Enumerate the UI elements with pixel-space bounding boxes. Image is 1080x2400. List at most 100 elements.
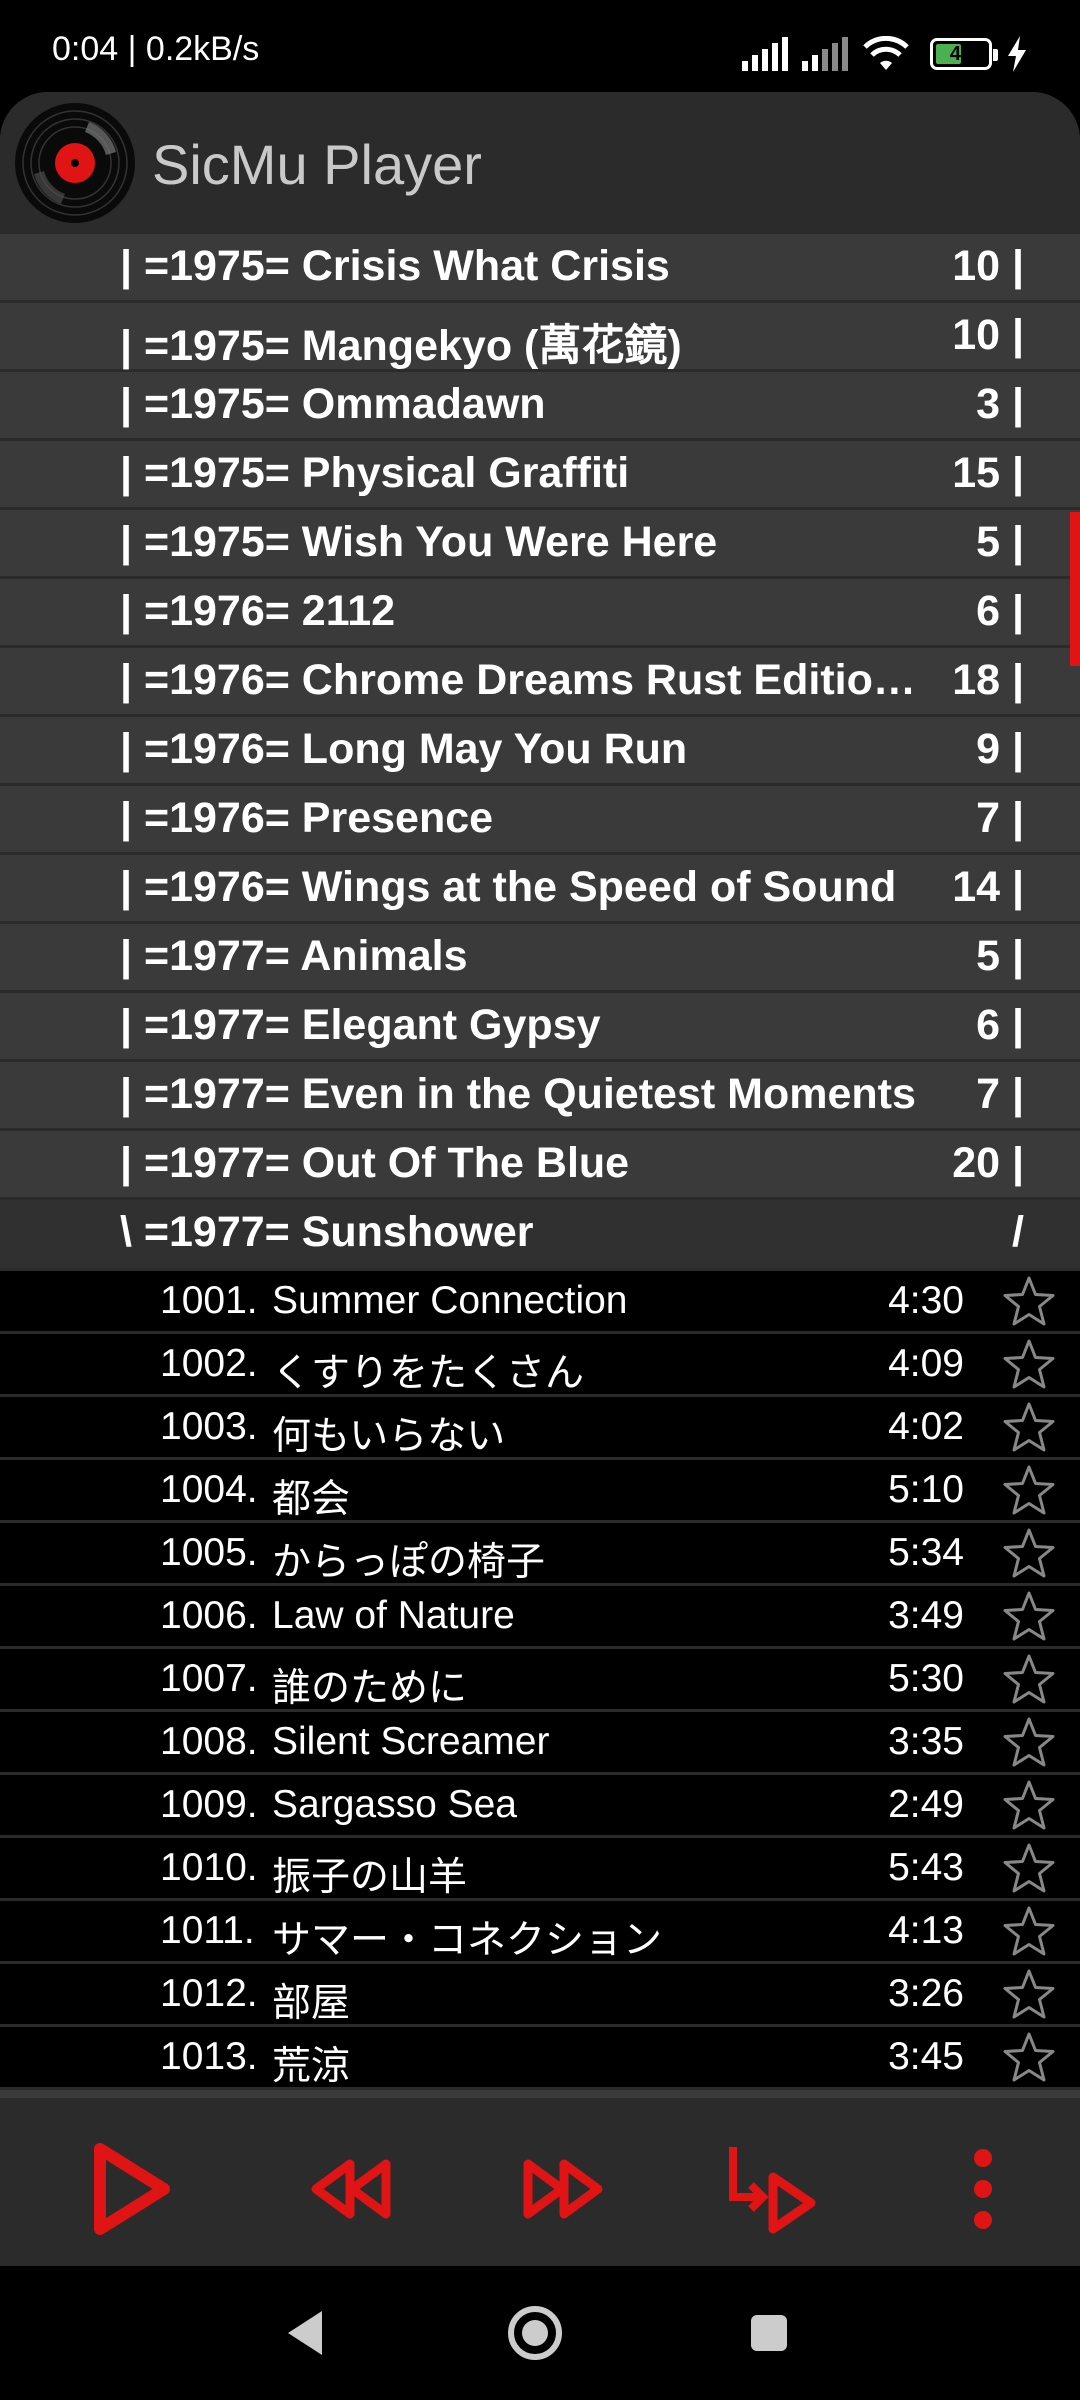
track-duration: 3:45 [888, 2035, 964, 2078]
star-icon[interactable] [1002, 1968, 1056, 2022]
album-row[interactable]: | =1977= Out Of The Blue 20 | [0, 1131, 1080, 1197]
album-track-count: 14 | [952, 863, 1024, 911]
star-icon[interactable] [1002, 1842, 1056, 1896]
track-row[interactable]: 1002. くすりをたくさん 4:09 [0, 1334, 1080, 1395]
album-name: | =1977= Animals [120, 932, 468, 980]
track-row[interactable]: 1001. Summer Connection 4:30 [0, 1271, 1080, 1331]
recents-button[interactable] [734, 2298, 804, 2368]
album-track-count: 5 | [976, 932, 1024, 980]
album-row[interactable]: | =1976= Chrome Dreams Rust Edition... 18… [0, 648, 1080, 714]
album-row[interactable]: | =1977= Even in the Quietest Moments 7 | [0, 1062, 1080, 1128]
app-panel: SicMu Player | =1975= Crisis What Crisis… [0, 92, 1080, 2266]
track-title: Sargasso Sea [272, 1783, 517, 1826]
scrollbar[interactable] [1070, 512, 1080, 666]
album-track-count: 18 | [952, 656, 1024, 704]
status-time-speed: 0:04 | 0.2kB/s [52, 30, 260, 68]
album-row[interactable]: | =1975= Mangekyo (萬花鏡) 10 | [0, 303, 1080, 370]
album-name: | =1975= Wish You Were Here [120, 518, 718, 566]
album-track-list[interactable]: | =1975= Crisis What Crisis 10 | | =1975= … [0, 234, 1080, 2190]
play-icon [94, 2143, 170, 2235]
album-row[interactable]: | =1975= Physical Graffiti 15 | [0, 441, 1080, 507]
track-number: 1002. [160, 1342, 258, 1385]
track-duration: 3:26 [888, 1972, 964, 2015]
track-title: 振子の山羊 [272, 1856, 468, 1899]
album-name: | =1975= Physical Graffiti [120, 449, 630, 497]
track-number: 1010. [160, 1846, 258, 1889]
album-name: | =1976= 2112 [120, 587, 396, 635]
album-row[interactable]: \ =1977= Sunshower / [0, 1200, 1080, 1268]
album-track-count: 6 | [976, 587, 1024, 635]
star-icon[interactable] [1002, 1527, 1056, 1581]
album-track-count: 10 | [952, 311, 1024, 359]
album-track-count: 5 | [976, 518, 1024, 566]
track-duration: 4:02 [888, 1405, 964, 1448]
vinyl-record-icon[interactable] [14, 102, 136, 224]
app-header: SicMu Player [0, 92, 1080, 234]
album-row[interactable]: | =1976= Long May You Run 9 | [0, 717, 1080, 783]
status-time: 0:04 [52, 30, 119, 68]
star-icon[interactable] [1002, 2031, 1056, 2085]
album-row[interactable]: | =1976= 2112 6 | [0, 579, 1080, 645]
album-track-count: 7 | [976, 794, 1024, 842]
album-row[interactable]: | =1976= Wings at the Speed of Sound 14 | [0, 855, 1080, 921]
track-number: 1013. [160, 2035, 258, 2078]
star-icon[interactable] [1002, 1653, 1056, 1707]
track-row[interactable]: 1004. 都会 5:10 [0, 1460, 1080, 1521]
star-icon[interactable] [1002, 1401, 1056, 1455]
star-icon[interactable] [1002, 1590, 1056, 1644]
track-row[interactable]: 1013. 荒涼 3:45 [0, 2027, 1080, 2088]
charging-icon [1008, 36, 1026, 72]
star-icon[interactable] [1002, 1464, 1056, 1518]
track-row[interactable]: 1011. サマー・コネクション 4:13 [0, 1901, 1080, 1962]
star-icon[interactable] [1002, 1275, 1056, 1329]
track-number: 1006. [160, 1594, 258, 1637]
track-row[interactable]: 1006. Law of Nature 3:49 [0, 1586, 1080, 1646]
fast-forward-icon [523, 2159, 603, 2219]
album-row[interactable]: | =1975= Crisis What Crisis 10 | [0, 234, 1080, 300]
track-duration: 2:49 [888, 1783, 964, 1826]
album-name: | =1975= Crisis What Crisis [120, 242, 670, 290]
signal-icon [802, 37, 848, 71]
track-row[interactable]: 1003. 何もいらない 4:02 [0, 1397, 1080, 1458]
album-row[interactable]: | =1977= Animals 5 | [0, 924, 1080, 990]
track-row[interactable]: 1005. からっぽの椅子 5:34 [0, 1523, 1080, 1584]
star-icon[interactable] [1002, 1779, 1056, 1833]
track-title: 何もいらない [272, 1415, 506, 1458]
track-duration: 5:10 [888, 1468, 964, 1511]
album-row[interactable]: | =1975= Wish You Were Here 5 | [0, 510, 1080, 576]
track-row[interactable]: 1010. 振子の山羊 5:43 [0, 1838, 1080, 1899]
track-row[interactable]: 1007. 誰のために 5:30 [0, 1649, 1080, 1710]
rewind-button[interactable] [296, 2134, 406, 2244]
album-track-count: / [1012, 1208, 1024, 1256]
track-title: 荒涼 [272, 2045, 351, 2088]
track-title: Summer Connection [272, 1279, 628, 1322]
status-speed: 0.2kB/s [145, 30, 260, 68]
album-row[interactable]: | =1976= Presence 7 | [0, 786, 1080, 852]
fast-forward-button[interactable] [508, 2134, 618, 2244]
play-next-icon [729, 2147, 816, 2234]
status-icons: 46 [742, 34, 1028, 74]
album-name: | =1976= Wings at the Speed of Sound [120, 863, 897, 911]
album-name: | =1976= Chrome Dreams Rust Edition... [120, 656, 920, 704]
track-row[interactable]: 1009. Sargasso Sea 2:49 [0, 1775, 1080, 1835]
star-icon[interactable] [1002, 1338, 1056, 1392]
more-options-button[interactable] [928, 2134, 1038, 2244]
track-duration: 5:30 [888, 1657, 964, 1700]
track-number: 1001. [160, 1279, 258, 1322]
star-icon[interactable] [1002, 1905, 1056, 1959]
album-name: | =1975= Mangekyo (萬花鏡) [120, 322, 682, 370]
album-row[interactable]: | =1975= Ommadawn 3 | [0, 372, 1080, 438]
home-button[interactable] [500, 2298, 570, 2368]
play-next-button[interactable] [716, 2134, 826, 2244]
play-button[interactable] [76, 2134, 186, 2244]
track-row[interactable]: 1012. 部屋 3:26 [0, 1964, 1080, 2025]
star-icon[interactable] [1002, 1716, 1056, 1770]
back-button[interactable] [270, 2298, 340, 2368]
track-title: からっぽの椅子 [272, 1541, 546, 1584]
album-track-count: 9 | [976, 725, 1024, 773]
album-row[interactable]: | =1977= Elegant Gypsy 6 | [0, 993, 1080, 1059]
album-name: | =1975= Ommadawn [120, 380, 546, 428]
back-icon [288, 2311, 322, 2355]
album-track-count: 15 | [952, 449, 1024, 497]
track-row[interactable]: 1008. Silent Screamer 3:35 [0, 1712, 1080, 1772]
